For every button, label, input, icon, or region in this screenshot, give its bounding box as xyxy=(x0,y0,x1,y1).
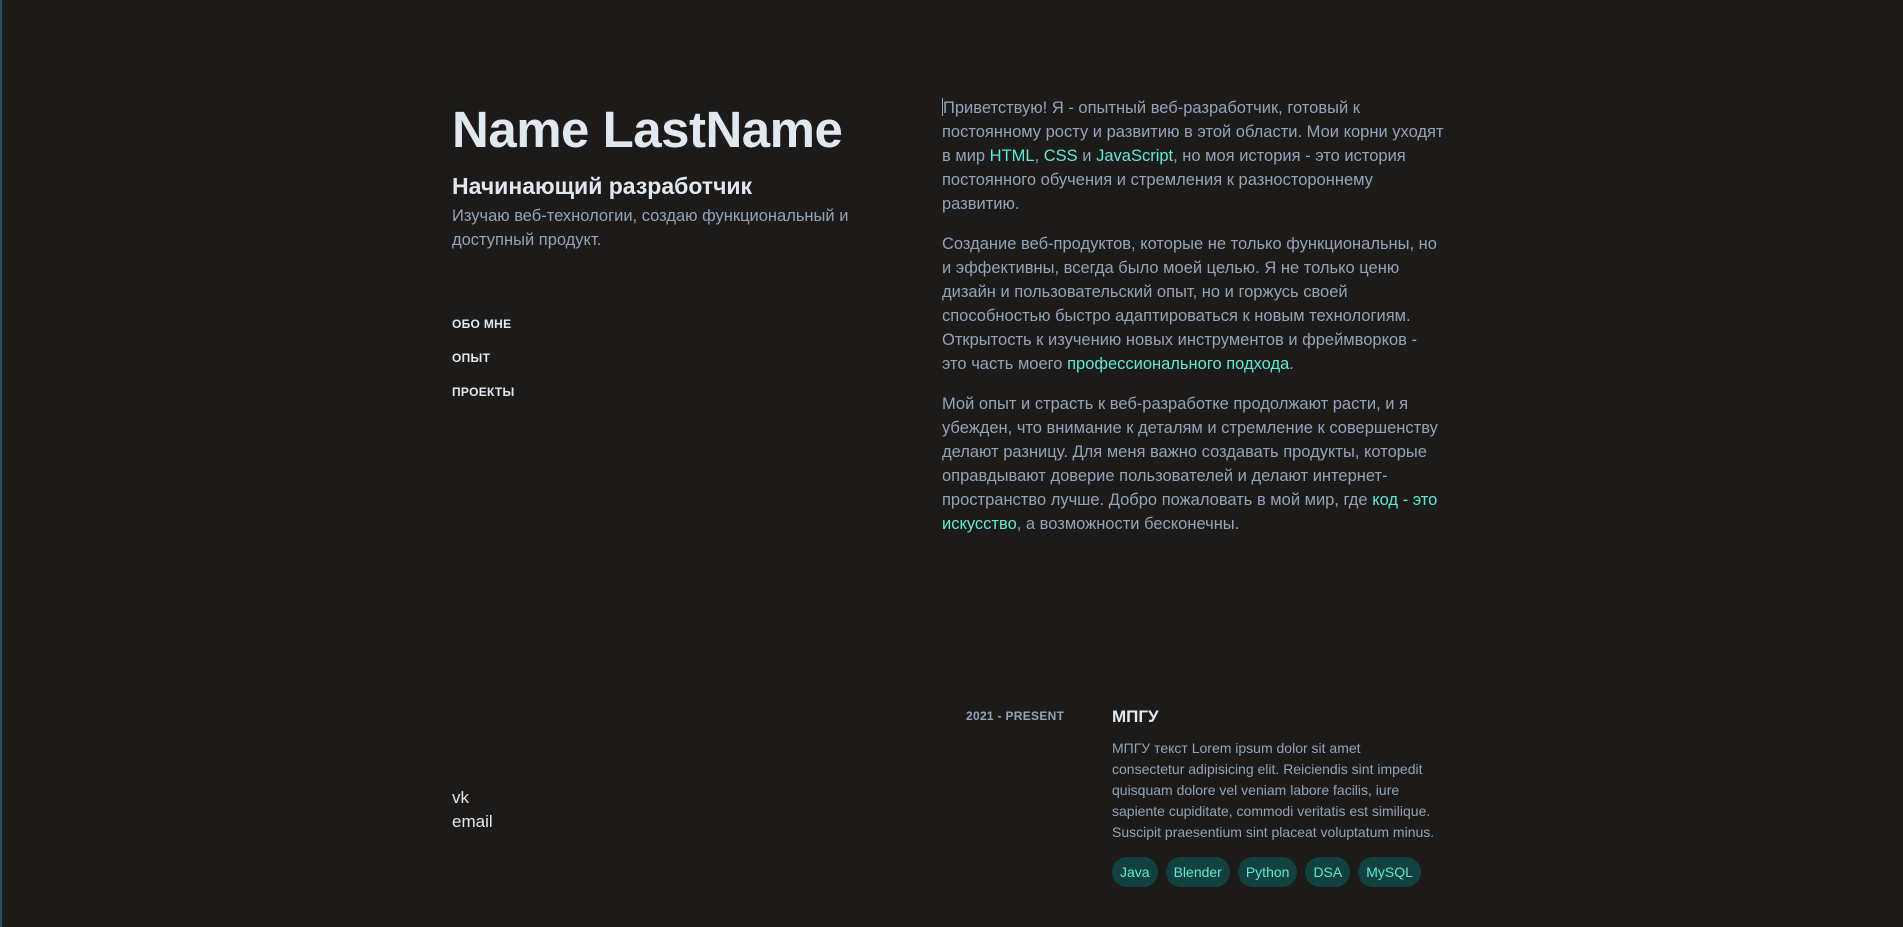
tag-blender: Blender xyxy=(1165,857,1230,887)
about-text: Мой опыт и страсть к веб-разработке прод… xyxy=(942,395,1438,509)
experience-title: МПГУ xyxy=(1112,707,1159,726)
tag-java: Java xyxy=(1112,857,1158,887)
nav-item-projects[interactable]: ПРОЕКТЫ xyxy=(452,384,515,418)
section-nav: ОБО МНЕ ОПЫТ ПРОЕКТЫ xyxy=(452,316,515,418)
tag-dsa: DSA xyxy=(1305,857,1351,887)
nav-item-about[interactable]: ОБО МНЕ xyxy=(452,316,515,350)
about-section: Приветствую! Я - опытный веб-разработчик… xyxy=(942,96,1444,552)
html-link[interactable]: HTML xyxy=(990,147,1035,165)
tagline: Изучаю веб-технологии, создаю функционал… xyxy=(452,207,849,249)
email-link[interactable]: email xyxy=(452,810,493,834)
social-links: vk email xyxy=(452,786,493,834)
experience-description: МПГУ текст Lorem ipsum dolor sit amet co… xyxy=(1112,740,1435,840)
nav-item-experience[interactable]: ОПЫТ xyxy=(452,350,515,384)
about-text: и xyxy=(1077,147,1097,165)
experience-body: МПГУ МПГУ текст Lorem ipsum dolor sit am… xyxy=(1112,706,1436,887)
experience-date: 2021 - PRESENT xyxy=(966,709,1065,723)
vk-link[interactable]: vk xyxy=(452,786,493,810)
about-text: , а возможности бесконечны. xyxy=(1016,515,1240,533)
tag-python: Python xyxy=(1237,857,1298,887)
css-link[interactable]: CSS xyxy=(1044,147,1078,165)
about-paragraph-3: Мой опыт и страсть к веб-разработке прод… xyxy=(942,392,1444,536)
window-edge xyxy=(0,0,2,927)
about-paragraph-1: Приветствую! Я - опытный веб-разработчик… xyxy=(942,96,1444,216)
about-text: . xyxy=(1289,355,1294,373)
professional-approach-link[interactable]: профессионального подхода xyxy=(1067,355,1289,373)
javascript-link[interactable]: JavaScript xyxy=(1096,147,1173,165)
about-text: , xyxy=(1034,147,1044,165)
tag-mysql: MySQL xyxy=(1358,857,1421,887)
about-paragraph-2: Создание веб-продуктов, которые не тольк… xyxy=(942,232,1444,376)
profile-header: Name LastName Начинающий разработчик Изу… xyxy=(452,100,892,399)
role-title: Начинающий разработчик xyxy=(452,173,753,199)
page-title: Name LastName xyxy=(452,101,843,158)
about-text: Создание веб-продуктов, которые не тольк… xyxy=(942,235,1437,373)
tech-tags: Java Blender Python DSA MySQL xyxy=(1112,857,1436,887)
